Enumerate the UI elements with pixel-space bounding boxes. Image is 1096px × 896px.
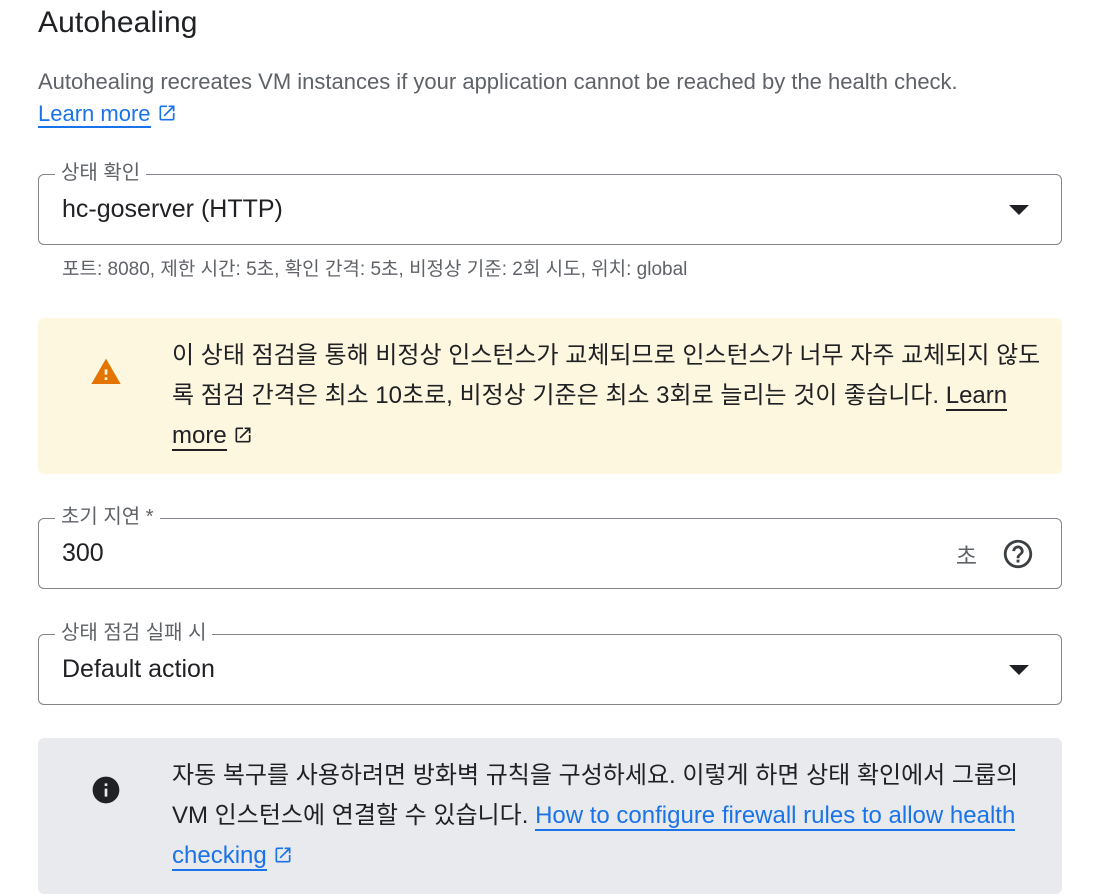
warning-text: 이 상태 점검을 통해 비정상 인스턴스가 교체되므로 인스턴스가 너무 자주 … xyxy=(172,342,1041,409)
health-check-value: hc-goserver (HTTP) xyxy=(62,195,283,223)
info-text-block: 자동 복구를 사용하려면 방화벽 규칙을 구성하세요. 이렇게 하면 상태 확인… xyxy=(172,756,1042,876)
warning-banner: 이 상태 점검을 통해 비정상 인스턴스가 교체되므로 인스턴스가 너무 자주 … xyxy=(38,318,1062,474)
help-icon[interactable] xyxy=(1001,537,1035,571)
on-failure-value: Default action xyxy=(62,655,215,683)
section-description: Autohealing recreates VM instances if yo… xyxy=(38,66,1068,130)
description-text: Autohealing recreates VM instances if yo… xyxy=(38,69,958,94)
learn-more-link-label: Learn more xyxy=(38,101,151,126)
on-failure-label: 상태 점검 실패 시 xyxy=(55,620,213,646)
initial-delay-label: 초기 지연 * xyxy=(55,504,160,530)
external-link-icon xyxy=(235,427,251,443)
warning-text-block: 이 상태 점검을 통해 비정상 인스턴스가 교체되므로 인스턴스가 너무 자주 … xyxy=(172,336,1042,456)
health-check-label: 상태 확인 xyxy=(55,160,147,186)
autohealing-section: Autohealing Autohealing recreates VM ins… xyxy=(0,0,1096,896)
initial-delay-field[interactable]: 초기 지연 * 300 초 xyxy=(38,504,1062,589)
initial-delay-input[interactable]: 300 xyxy=(62,536,104,570)
external-link-icon xyxy=(275,847,291,863)
learn-more-link[interactable]: Learn more xyxy=(38,101,151,128)
info-banner: 자동 복구를 사용하려면 방화벽 규칙을 구성하세요. 이렇게 하면 상태 확인… xyxy=(38,738,1062,894)
on-failure-select[interactable]: 상태 점검 실패 시 Default action xyxy=(38,620,1062,705)
initial-delay-unit: 초 xyxy=(955,543,977,569)
section-title: Autohealing xyxy=(38,6,198,39)
health-check-hint: 포트: 8080, 제한 시간: 5초, 확인 간격: 5초, 비정상 기준: … xyxy=(62,259,688,280)
dropdown-arrow-icon xyxy=(1009,205,1029,215)
info-icon xyxy=(92,776,120,804)
health-check-select[interactable]: 상태 확인 hc-goserver (HTTP) xyxy=(38,160,1062,245)
warning-icon xyxy=(91,358,121,384)
dropdown-arrow-icon xyxy=(1009,665,1029,675)
external-link-icon xyxy=(159,105,175,121)
